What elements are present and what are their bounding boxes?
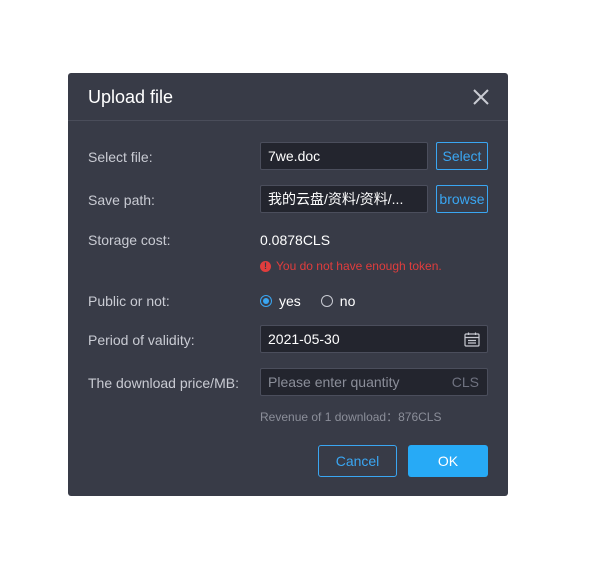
storage-cost-value: 0.0878CLS	[260, 232, 331, 248]
dialog-header: Upload file	[68, 73, 508, 121]
cancel-button[interactable]: Cancel	[318, 445, 397, 477]
price-placeholder: Please enter quantity	[268, 374, 400, 390]
ok-button[interactable]: OK	[408, 445, 488, 477]
insufficient-token-error: ! You do not have enough token.	[260, 259, 442, 273]
select-file-button[interactable]: Select	[436, 142, 488, 170]
calendar-icon[interactable]	[464, 332, 480, 347]
storage-cost-label: Storage cost:	[88, 232, 171, 248]
browse-button[interactable]: browse	[436, 185, 488, 213]
radio-unchecked-icon	[320, 295, 333, 307]
radio-no[interactable]: no	[320, 292, 356, 310]
save-path-label: Save path:	[88, 192, 155, 208]
public-radio-group: yes no	[260, 292, 375, 310]
validity-date-value: 2021-05-30	[268, 331, 340, 347]
radio-yes-label: yes	[279, 293, 301, 309]
dialog-title: Upload file	[88, 87, 174, 107]
download-price-input[interactable]: Please enter quantity CLS	[260, 368, 488, 396]
upload-file-dialog: Upload file Select file: 7we.doc Select …	[68, 73, 508, 496]
validity-date-field[interactable]: 2021-05-30	[260, 325, 488, 353]
revenue-hint: Revenue of 1 download：876CLS	[260, 410, 442, 424]
validity-label: Period of validity:	[88, 332, 195, 348]
price-unit: CLS	[451, 374, 479, 390]
close-icon[interactable]	[472, 88, 490, 106]
download-price-label: The download price/MB:	[88, 375, 239, 391]
save-path-field[interactable]: 我的云盘/资料/资料/...	[260, 185, 428, 213]
select-file-label: Select file:	[88, 149, 153, 165]
radio-checked-icon	[260, 295, 272, 307]
radio-yes[interactable]: yes	[260, 292, 301, 310]
error-text: You do not have enough token.	[276, 259, 442, 273]
radio-no-label: no	[339, 293, 356, 309]
public-label: Public or not:	[88, 293, 170, 309]
file-name-field[interactable]: 7we.doc	[260, 142, 428, 170]
exclamation-icon: !	[260, 260, 271, 272]
